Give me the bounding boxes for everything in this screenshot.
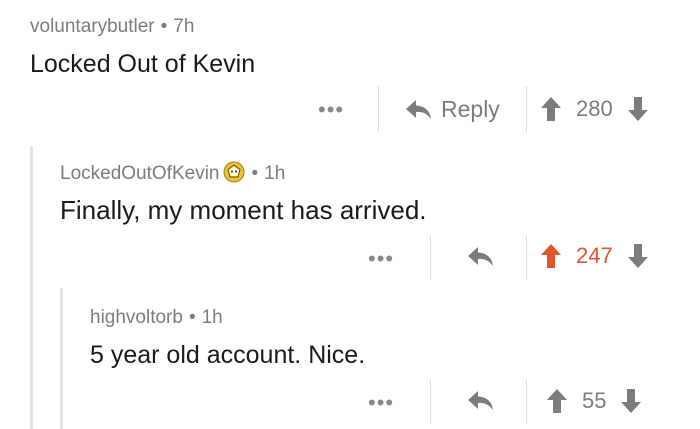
reply-label: Reply: [441, 96, 500, 122]
comment-meta: LockedOutOfKevin • 1h: [60, 161, 285, 185]
more-dots-icon: •••: [318, 97, 345, 122]
divider: [430, 236, 431, 280]
more-options-button[interactable]: •••: [318, 99, 344, 121]
divider: [526, 380, 527, 424]
more-options-button[interactable]: •••: [368, 392, 394, 414]
more-options-button[interactable]: •••: [368, 248, 394, 270]
vote-score: 280: [576, 96, 613, 121]
vote-controls: 280: [540, 96, 649, 122]
more-dots-icon: •••: [368, 246, 395, 271]
separator-dot: •: [251, 163, 259, 184]
author-link[interactable]: highvoltorb: [90, 307, 183, 328]
comment-meta: voluntarybutler • 7h: [30, 16, 194, 38]
divider: [526, 236, 527, 280]
author-link[interactable]: voluntarybutler: [30, 16, 155, 37]
separator-dot: •: [188, 307, 196, 328]
comment-body: Finally, my moment has arrived.: [60, 195, 427, 225]
upvote-arrow-icon[interactable]: [546, 388, 568, 414]
reply-arrow-icon: [467, 389, 495, 413]
reply-arrow-icon: [467, 245, 495, 269]
vote-controls: 55: [546, 388, 642, 414]
downvote-arrow-icon[interactable]: [627, 96, 649, 122]
downvote-arrow-icon[interactable]: [620, 388, 642, 414]
comment-age: 7h: [173, 16, 195, 37]
author-link[interactable]: LockedOutOfKevin: [60, 163, 219, 184]
divider: [378, 86, 379, 132]
comment-body: 5 year old account. Nice.: [90, 341, 366, 369]
divider: [526, 86, 527, 132]
downvote-arrow-icon[interactable]: [627, 243, 649, 269]
comment-body: Locked Out of Kevin: [30, 50, 256, 78]
thread-line[interactable]: [60, 288, 63, 429]
vote-score: 55: [582, 388, 607, 413]
comment-meta: highvoltorb • 1h: [90, 307, 223, 329]
reply-arrow-icon: [405, 98, 433, 122]
thread-line[interactable]: [30, 146, 33, 429]
divider: [430, 380, 431, 424]
upvote-arrow-icon[interactable]: [540, 243, 562, 269]
comment-age: 1h: [201, 307, 223, 328]
vote-score: 247: [576, 243, 613, 268]
upvote-arrow-icon[interactable]: [540, 96, 562, 122]
more-dots-icon: •••: [368, 390, 395, 415]
vote-controls: 247: [540, 243, 649, 269]
separator-dot: •: [160, 16, 168, 37]
reply-button[interactable]: [467, 389, 503, 413]
reply-button[interactable]: [467, 245, 503, 269]
reply-button[interactable]: Reply: [405, 96, 500, 123]
user-badge-icon: [223, 161, 245, 183]
comment-age: 1h: [264, 163, 286, 184]
